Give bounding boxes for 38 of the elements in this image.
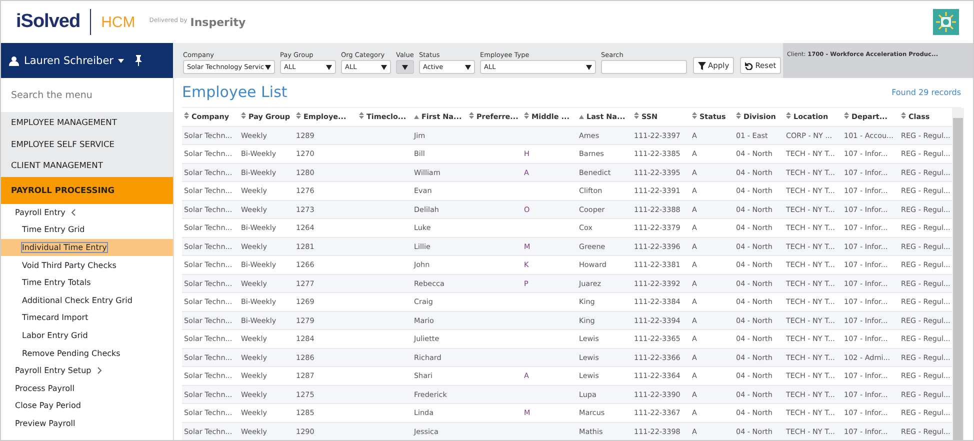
menu-item[interactable]: Void Third Party Checks xyxy=(1,256,173,274)
brand-logo: iSolved xyxy=(16,11,80,33)
dropdown-arrow-icon xyxy=(326,64,332,70)
product-name: HCM xyxy=(101,14,136,30)
menu-item[interactable]: Individual Time Entry xyxy=(1,238,173,256)
menu-section[interactable]: CLIENT MANAGEMENT xyxy=(1,155,173,176)
caret-icon xyxy=(118,58,124,62)
dropdown-arrow-icon xyxy=(265,64,271,70)
menu-item[interactable]: Preview Payroll xyxy=(1,414,173,432)
menu-item[interactable]: Time Entry Totals xyxy=(1,274,173,292)
menu-section[interactable]: EMPLOYEE SELF SERVICE xyxy=(1,134,173,155)
menu-item[interactable]: Timecard Import xyxy=(1,309,173,327)
menu-item[interactable]: Process Payroll xyxy=(1,379,173,398)
partner-logo: Insperity xyxy=(190,16,246,28)
scrollbar[interactable] xyxy=(952,108,964,440)
user-icon xyxy=(9,56,19,66)
menu-item[interactable]: Time Entry Grid xyxy=(1,221,173,239)
menu-item[interactable]: Close Pay Period xyxy=(1,397,173,415)
menu-item[interactable]: Payroll Entry xyxy=(1,204,173,222)
menu-section[interactable]: EMPLOYEE MANAGEMENT xyxy=(1,112,173,134)
filter-icon xyxy=(698,62,706,70)
menu-item[interactable]: Additional Check Entry Grid xyxy=(1,291,173,310)
chevron-icon xyxy=(97,367,102,374)
page-title: Employee List xyxy=(182,83,288,102)
dropdown-arrow-icon xyxy=(402,64,408,70)
search-field[interactable] xyxy=(601,60,687,74)
menu-item[interactable]: Payroll Entry Setup xyxy=(1,362,173,380)
app-icon[interactable] xyxy=(933,9,959,35)
dropdown-arrow-icon xyxy=(586,64,592,70)
chevron-icon xyxy=(71,208,76,216)
menu-item[interactable]: Labor Entry Grid xyxy=(1,326,173,344)
dropdown-arrow-icon xyxy=(381,64,387,70)
dropdown-arrow-icon xyxy=(465,64,471,70)
menu-section[interactable]: PAYROLL PROCESSING xyxy=(1,176,173,204)
pin-icon[interactable] xyxy=(134,55,143,66)
menu-item[interactable]: Remove Pending Checks xyxy=(1,344,173,362)
record-count: Found 29 records xyxy=(892,88,961,97)
undo-icon xyxy=(745,62,754,70)
